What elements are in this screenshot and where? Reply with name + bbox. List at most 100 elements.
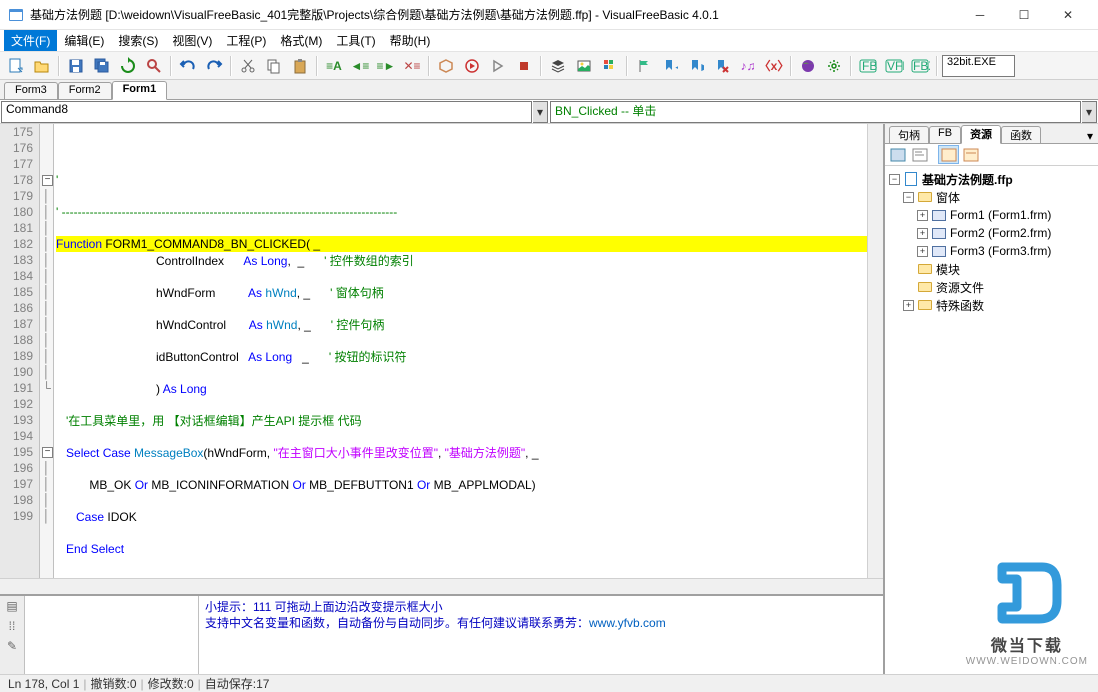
- menu-search[interactable]: 搜索(S): [111, 30, 165, 51]
- redo-icon[interactable]: [202, 54, 226, 78]
- rtab-functions[interactable]: 函数: [1001, 126, 1041, 143]
- view-code-icon[interactable]: [909, 145, 930, 164]
- expand-icon[interactable]: −: [889, 174, 900, 185]
- error-tab-icon[interactable]: ⁞⁞: [0, 616, 24, 636]
- object-dropdown[interactable]: Command8: [1, 101, 532, 123]
- brackets-icon[interactable]: 〈x〉: [762, 54, 786, 78]
- gear-icon[interactable]: [822, 54, 846, 78]
- app-icon: [8, 7, 24, 23]
- save-all-icon[interactable]: [90, 54, 114, 78]
- tree-form1[interactable]: Form1 (Form1.frm): [950, 208, 1051, 222]
- panel-menu-icon[interactable]: ▾: [1082, 129, 1098, 143]
- vertical-scrollbar[interactable]: [867, 124, 883, 578]
- project-tree[interactable]: −基础方法例题.ffp −窗体 +Form1 (Form1.frm) +Form…: [885, 166, 1098, 674]
- tree-forms[interactable]: 窗体: [936, 189, 960, 206]
- tab-form1[interactable]: Form1: [112, 81, 168, 100]
- tip-link[interactable]: www.yfvb.com: [589, 616, 666, 630]
- indent-inc-icon[interactable]: ≡►: [374, 54, 398, 78]
- fold-gutter[interactable]: ││││││││││││└ ││││: [40, 124, 54, 578]
- rtab-handle[interactable]: 句柄: [889, 126, 929, 143]
- uncomment-icon[interactable]: ✕≡: [400, 54, 424, 78]
- save-icon[interactable]: [64, 54, 88, 78]
- tree-form2[interactable]: Form2 (Form2.frm): [950, 226, 1051, 240]
- menu-file[interactable]: 文件(F): [4, 30, 57, 51]
- rtab-resources[interactable]: 资源: [961, 125, 1001, 144]
- cut-icon[interactable]: [236, 54, 260, 78]
- menu-edit[interactable]: 编辑(E): [57, 30, 111, 51]
- file-tabs: Form3 Form2 Form1: [0, 80, 1098, 100]
- copy-icon[interactable]: [262, 54, 286, 78]
- form-icon: [931, 208, 947, 222]
- tab-form2[interactable]: Form2: [58, 82, 112, 99]
- build-target-combo[interactable]: 32bit.EXE: [942, 55, 1015, 77]
- rtab-fb[interactable]: FB: [929, 126, 961, 143]
- bookmark-clear-icon[interactable]: [710, 54, 734, 78]
- bottom-blank: [25, 596, 199, 674]
- open-icon[interactable]: [30, 54, 54, 78]
- dropdown-arrow-icon[interactable]: ▾: [533, 101, 548, 123]
- expand-icon[interactable]: +: [917, 228, 928, 239]
- view-form-icon[interactable]: [887, 145, 908, 164]
- maximize-button[interactable]: ☐: [1002, 1, 1046, 29]
- indent-left-icon[interactable]: ≡A: [322, 54, 346, 78]
- find-icon[interactable]: [142, 54, 166, 78]
- vfb-icon[interactable]: VFB: [882, 54, 906, 78]
- status-autosave: 自动保存:17: [205, 675, 270, 692]
- form-icon: [931, 244, 947, 258]
- event-dropdown[interactable]: BN_Clicked -- 单击: [550, 101, 1081, 123]
- tree-modules[interactable]: 模块: [936, 261, 960, 278]
- code-area[interactable]: ' ' ------------------------------------…: [54, 124, 867, 578]
- palette-icon[interactable]: [598, 54, 622, 78]
- window-title: 基础方法例题 [D:\weidown\VisualFreeBasic_401完整…: [30, 6, 958, 23]
- menu-project[interactable]: 工程(P): [219, 30, 273, 51]
- view-list-icon[interactable]: [960, 145, 981, 164]
- folder-icon: [917, 262, 933, 276]
- output-tab-icon[interactable]: ▤: [0, 596, 24, 616]
- tab-form3[interactable]: Form3: [4, 82, 58, 99]
- layers-icon[interactable]: [546, 54, 570, 78]
- menu-format[interactable]: 格式(M): [273, 30, 329, 51]
- expand-icon[interactable]: +: [917, 210, 928, 221]
- globe-icon[interactable]: [796, 54, 820, 78]
- image-icon[interactable]: [572, 54, 596, 78]
- fold-marker-icon[interactable]: [40, 444, 53, 460]
- menu-tools[interactable]: 工具(T): [329, 30, 382, 51]
- minimize-button[interactable]: ─: [958, 1, 1002, 29]
- paste-icon[interactable]: [288, 54, 312, 78]
- tree-special[interactable]: 特殊函数: [936, 297, 984, 314]
- dropdown-arrow-icon[interactable]: ▾: [1082, 101, 1097, 123]
- run-icon[interactable]: [460, 54, 484, 78]
- expand-icon[interactable]: −: [903, 192, 914, 203]
- undo-icon[interactable]: [176, 54, 200, 78]
- indent-dec-icon[interactable]: ◄≡: [348, 54, 372, 78]
- svg-text:FBX: FBX: [913, 59, 930, 73]
- fbx-icon[interactable]: FBX: [908, 54, 932, 78]
- horizontal-scrollbar[interactable]: [0, 578, 883, 594]
- fold-marker-icon[interactable]: [40, 172, 53, 188]
- bookmark-prev-icon[interactable]: ◄: [658, 54, 682, 78]
- status-undo: 撤销数:0: [91, 675, 137, 692]
- step-icon[interactable]: [486, 54, 510, 78]
- tip-tab-icon[interactable]: ✎: [0, 636, 24, 656]
- expand-icon[interactable]: +: [903, 300, 914, 311]
- form-icon: [931, 226, 947, 240]
- tree-root[interactable]: 基础方法例题.ffp: [922, 171, 1013, 188]
- fb-icon[interactable]: FB: [856, 54, 880, 78]
- menu-help[interactable]: 帮助(H): [383, 30, 438, 51]
- new-icon[interactable]: [4, 54, 28, 78]
- box-icon[interactable]: [434, 54, 458, 78]
- close-button[interactable]: ✕: [1046, 1, 1090, 29]
- expand-icon[interactable]: +: [917, 246, 928, 257]
- tree-form3[interactable]: Form3 (Form3.frm): [950, 244, 1051, 258]
- tree-resources[interactable]: 资源文件: [936, 279, 984, 296]
- flag-icon[interactable]: [632, 54, 656, 78]
- menu-view[interactable]: 视图(V): [165, 30, 219, 51]
- code-editor[interactable]: 175176177 178179180 181182183 184185186 …: [0, 124, 883, 578]
- bookmark-next-icon[interactable]: ►: [684, 54, 708, 78]
- refresh-icon[interactable]: [116, 54, 140, 78]
- status-modify: 修改数:0: [148, 675, 194, 692]
- view-tree-icon[interactable]: [938, 145, 959, 164]
- stop-icon[interactable]: [512, 54, 536, 78]
- svg-text:VFB: VFB: [887, 59, 904, 73]
- music-icon[interactable]: ♪♫: [736, 54, 760, 78]
